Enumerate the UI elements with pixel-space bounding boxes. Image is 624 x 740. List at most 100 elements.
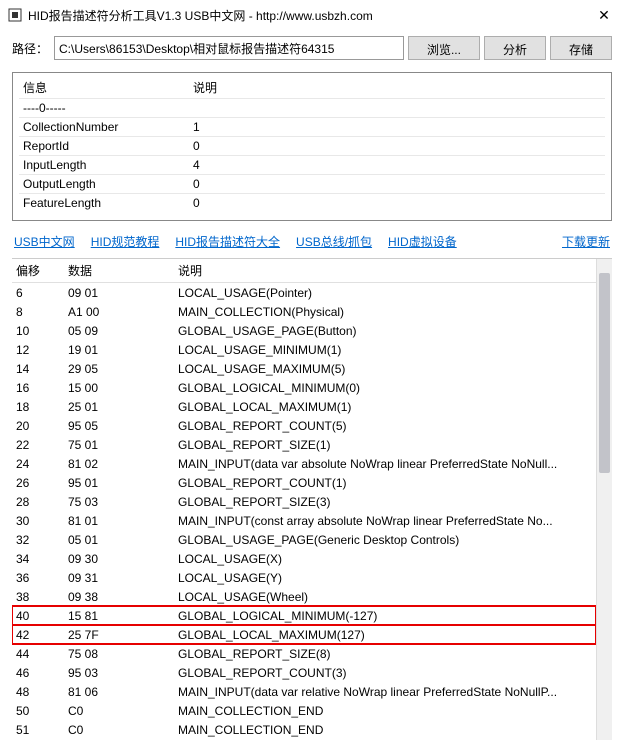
cell-data: 25 01 bbox=[64, 397, 174, 416]
cell-offset: 42 bbox=[12, 625, 64, 644]
data-row[interactable]: 609 01LOCAL_USAGE(Pointer) bbox=[12, 283, 596, 303]
cell-desc: MAIN_INPUT(data var relative NoWrap line… bbox=[174, 682, 596, 701]
info-col-name: 信息 bbox=[19, 77, 189, 99]
cell-desc: GLOBAL_REPORT_COUNT(3) bbox=[174, 663, 596, 682]
info-row[interactable]: FeatureLength0 bbox=[19, 194, 605, 213]
cell-data: 75 08 bbox=[64, 644, 174, 663]
data-row[interactable]: 8A1 00MAIN_COLLECTION(Physical) bbox=[12, 302, 596, 321]
data-row[interactable]: 3809 38LOCAL_USAGE(Wheel) bbox=[12, 587, 596, 606]
cell-desc: MAIN_COLLECTION_END bbox=[174, 720, 596, 739]
data-row[interactable]: 3409 30LOCAL_USAGE(X) bbox=[12, 549, 596, 568]
data-row[interactable]: 1825 01GLOBAL_LOCAL_MAXIMUM(1) bbox=[12, 397, 596, 416]
cell-offset: 18 bbox=[12, 397, 64, 416]
data-row[interactable]: 51C0MAIN_COLLECTION_END bbox=[12, 720, 596, 739]
data-row[interactable]: 1615 00GLOBAL_LOGICAL_MINIMUM(0) bbox=[12, 378, 596, 397]
cell-offset: 36 bbox=[12, 568, 64, 587]
cell-offset: 12 bbox=[12, 340, 64, 359]
data-row[interactable]: 4695 03GLOBAL_REPORT_COUNT(3) bbox=[12, 663, 596, 682]
data-row[interactable]: 1005 09GLOBAL_USAGE_PAGE(Button) bbox=[12, 321, 596, 340]
info-val: 0 bbox=[189, 194, 605, 213]
col-desc: 说明 bbox=[174, 259, 596, 283]
cell-offset: 8 bbox=[12, 302, 64, 321]
path-input[interactable] bbox=[54, 36, 404, 60]
cell-offset: 24 bbox=[12, 454, 64, 473]
info-val: 0 bbox=[189, 137, 605, 156]
info-row[interactable]: CollectionNumber1 bbox=[19, 118, 605, 137]
cell-offset: 46 bbox=[12, 663, 64, 682]
save-button[interactable]: 存储 bbox=[550, 36, 612, 60]
cell-desc: GLOBAL_REPORT_SIZE(3) bbox=[174, 492, 596, 511]
scrollbar-thumb[interactable] bbox=[599, 273, 610, 473]
info-val bbox=[189, 99, 605, 118]
cell-desc: GLOBAL_LOCAL_MAXIMUM(127) bbox=[174, 625, 596, 644]
cell-offset: 10 bbox=[12, 321, 64, 340]
cell-offset: 30 bbox=[12, 511, 64, 530]
cell-data: 81 06 bbox=[64, 682, 174, 701]
data-row[interactable]: 3081 01MAIN_INPUT(const array absolute N… bbox=[12, 511, 596, 530]
cell-desc: GLOBAL_REPORT_COUNT(1) bbox=[174, 473, 596, 492]
link-usb-bus[interactable]: USB总线/抓包 bbox=[296, 233, 372, 250]
info-key: InputLength bbox=[19, 156, 189, 175]
data-row[interactable]: 2095 05GLOBAL_REPORT_COUNT(5) bbox=[12, 416, 596, 435]
data-row[interactable]: 2875 03GLOBAL_REPORT_SIZE(3) bbox=[12, 492, 596, 511]
data-row[interactable]: 4225 7FGLOBAL_LOCAL_MAXIMUM(127) bbox=[12, 625, 596, 644]
cell-offset: 51 bbox=[12, 720, 64, 739]
info-panel: 信息 说明 ----0-----CollectionNumber1ReportI… bbox=[12, 72, 612, 221]
link-hid-spec[interactable]: HID规范教程 bbox=[91, 233, 160, 250]
data-row[interactable]: 4475 08GLOBAL_REPORT_SIZE(8) bbox=[12, 644, 596, 663]
cell-data: 75 01 bbox=[64, 435, 174, 454]
info-row[interactable]: OutputLength0 bbox=[19, 175, 605, 194]
cell-desc: GLOBAL_USAGE_PAGE(Button) bbox=[174, 321, 596, 340]
data-row[interactable]: 1219 01LOCAL_USAGE_MINIMUM(1) bbox=[12, 340, 596, 359]
cell-desc: GLOBAL_LOCAL_MAXIMUM(1) bbox=[174, 397, 596, 416]
col-offset: 偏移 bbox=[12, 259, 64, 283]
data-row[interactable]: 2695 01GLOBAL_REPORT_COUNT(1) bbox=[12, 473, 596, 492]
cell-offset: 16 bbox=[12, 378, 64, 397]
cell-offset: 32 bbox=[12, 530, 64, 549]
data-panel: 偏移 数据 说明 609 01LOCAL_USAGE(Pointer)8A1 0… bbox=[12, 258, 612, 740]
cell-data: 09 38 bbox=[64, 587, 174, 606]
link-hid-virtual[interactable]: HID虚拟设备 bbox=[388, 233, 457, 250]
link-hid-descriptors[interactable]: HID报告描述符大全 bbox=[175, 233, 280, 250]
info-row[interactable]: ReportId0 bbox=[19, 137, 605, 156]
data-row[interactable]: 50C0MAIN_COLLECTION_END bbox=[12, 701, 596, 720]
cell-data: 15 81 bbox=[64, 606, 174, 625]
info-col-desc: 说明 bbox=[189, 77, 605, 99]
analyze-button[interactable]: 分析 bbox=[484, 36, 546, 60]
info-val: 0 bbox=[189, 175, 605, 194]
cell-desc: LOCAL_USAGE(X) bbox=[174, 549, 596, 568]
info-row[interactable]: ----0----- bbox=[19, 99, 605, 118]
data-row[interactable]: 2275 01GLOBAL_REPORT_SIZE(1) bbox=[12, 435, 596, 454]
cell-data: 95 03 bbox=[64, 663, 174, 682]
browse-button[interactable]: 浏览... bbox=[408, 36, 480, 60]
data-row[interactable]: 3609 31LOCAL_USAGE(Y) bbox=[12, 568, 596, 587]
cell-desc: GLOBAL_REPORT_SIZE(8) bbox=[174, 644, 596, 663]
cell-data: 09 31 bbox=[64, 568, 174, 587]
link-usb-cn[interactable]: USB中文网 bbox=[14, 233, 75, 250]
path-label: 路径： bbox=[12, 40, 48, 57]
data-row[interactable]: 1429 05LOCAL_USAGE_MAXIMUM(5) bbox=[12, 359, 596, 378]
link-bar: USB中文网 HID规范教程 HID报告描述符大全 USB总线/抓包 HID虚拟… bbox=[0, 227, 624, 256]
cell-offset: 48 bbox=[12, 682, 64, 701]
data-row[interactable]: 4015 81GLOBAL_LOGICAL_MINIMUM(-127) bbox=[12, 606, 596, 625]
app-icon bbox=[8, 8, 22, 22]
cell-desc: MAIN_INPUT(const array absolute NoWrap l… bbox=[174, 511, 596, 530]
cell-offset: 20 bbox=[12, 416, 64, 435]
col-data: 数据 bbox=[64, 259, 174, 283]
cell-data: 81 01 bbox=[64, 511, 174, 530]
data-row[interactable]: 4881 06MAIN_INPUT(data var relative NoWr… bbox=[12, 682, 596, 701]
data-row[interactable]: 2481 02MAIN_INPUT(data var absolute NoWr… bbox=[12, 454, 596, 473]
cell-data: A1 00 bbox=[64, 302, 174, 321]
info-row[interactable]: InputLength4 bbox=[19, 156, 605, 175]
link-update[interactable]: 下载更新 bbox=[562, 233, 610, 250]
info-key: FeatureLength bbox=[19, 194, 189, 213]
cell-offset: 6 bbox=[12, 283, 64, 303]
cell-offset: 40 bbox=[12, 606, 64, 625]
cell-desc: GLOBAL_LOGICAL_MINIMUM(0) bbox=[174, 378, 596, 397]
vertical-scrollbar[interactable] bbox=[596, 259, 612, 740]
data-row[interactable]: 3205 01GLOBAL_USAGE_PAGE(Generic Desktop… bbox=[12, 530, 596, 549]
info-key: OutputLength bbox=[19, 175, 189, 194]
close-button[interactable]: ✕ bbox=[592, 3, 616, 27]
cell-offset: 14 bbox=[12, 359, 64, 378]
info-table: 信息 说明 ----0-----CollectionNumber1ReportI… bbox=[19, 77, 605, 212]
